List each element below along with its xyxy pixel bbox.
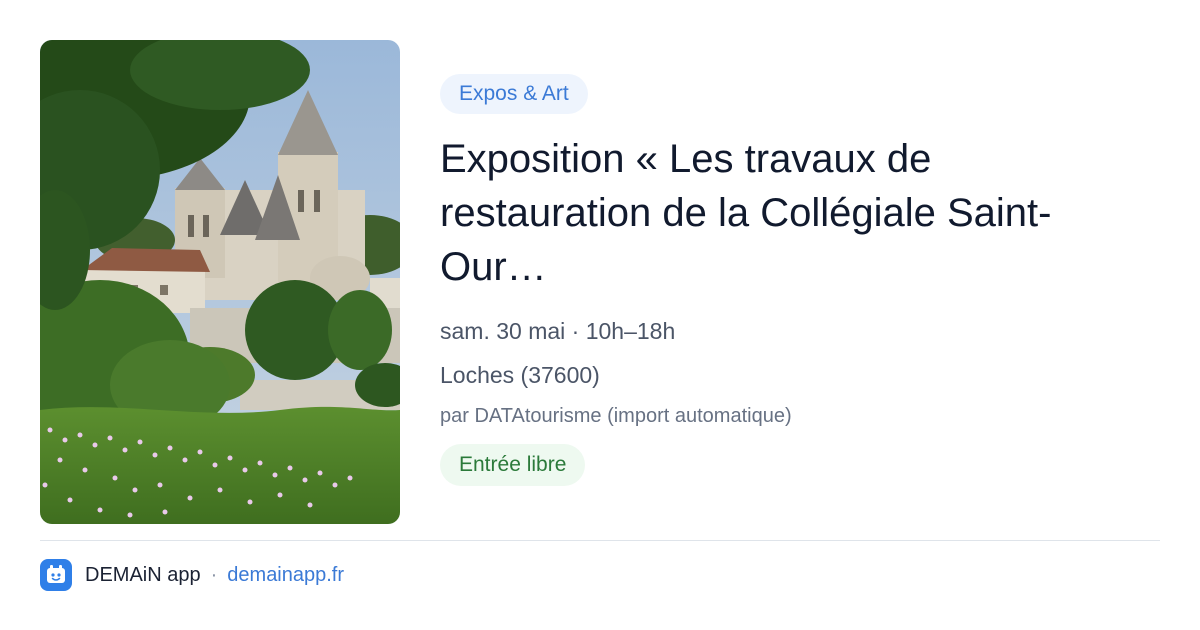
event-photo[interactable] [40,40,400,524]
footer-divider [40,540,1160,541]
event-source: par DATAtourisme (import automatique) [440,405,792,427]
event-details: Expos & Art Exposition « Les travaux de … [440,74,1160,486]
app-name: DEMAiN app [85,563,201,586]
demain-app-icon[interactable] [40,559,72,591]
event-title[interactable]: Exposition « Les travaux de restauration… [440,132,1140,294]
price-badge: Entrée libre [440,444,586,486]
footer: DEMAiN app · demainapp.fr [40,558,344,592]
app-website-link[interactable]: demainapp.fr [227,564,344,587]
collegiale-photo [40,40,400,524]
footer-separator: · [210,563,218,586]
category-tag[interactable]: Expos & Art [440,74,588,114]
event-date-time: sam. 30 mai · 10h–18h [440,318,676,344]
app-logo-glyph-icon [47,565,65,583]
event-location: Loches (37600) [440,362,600,388]
